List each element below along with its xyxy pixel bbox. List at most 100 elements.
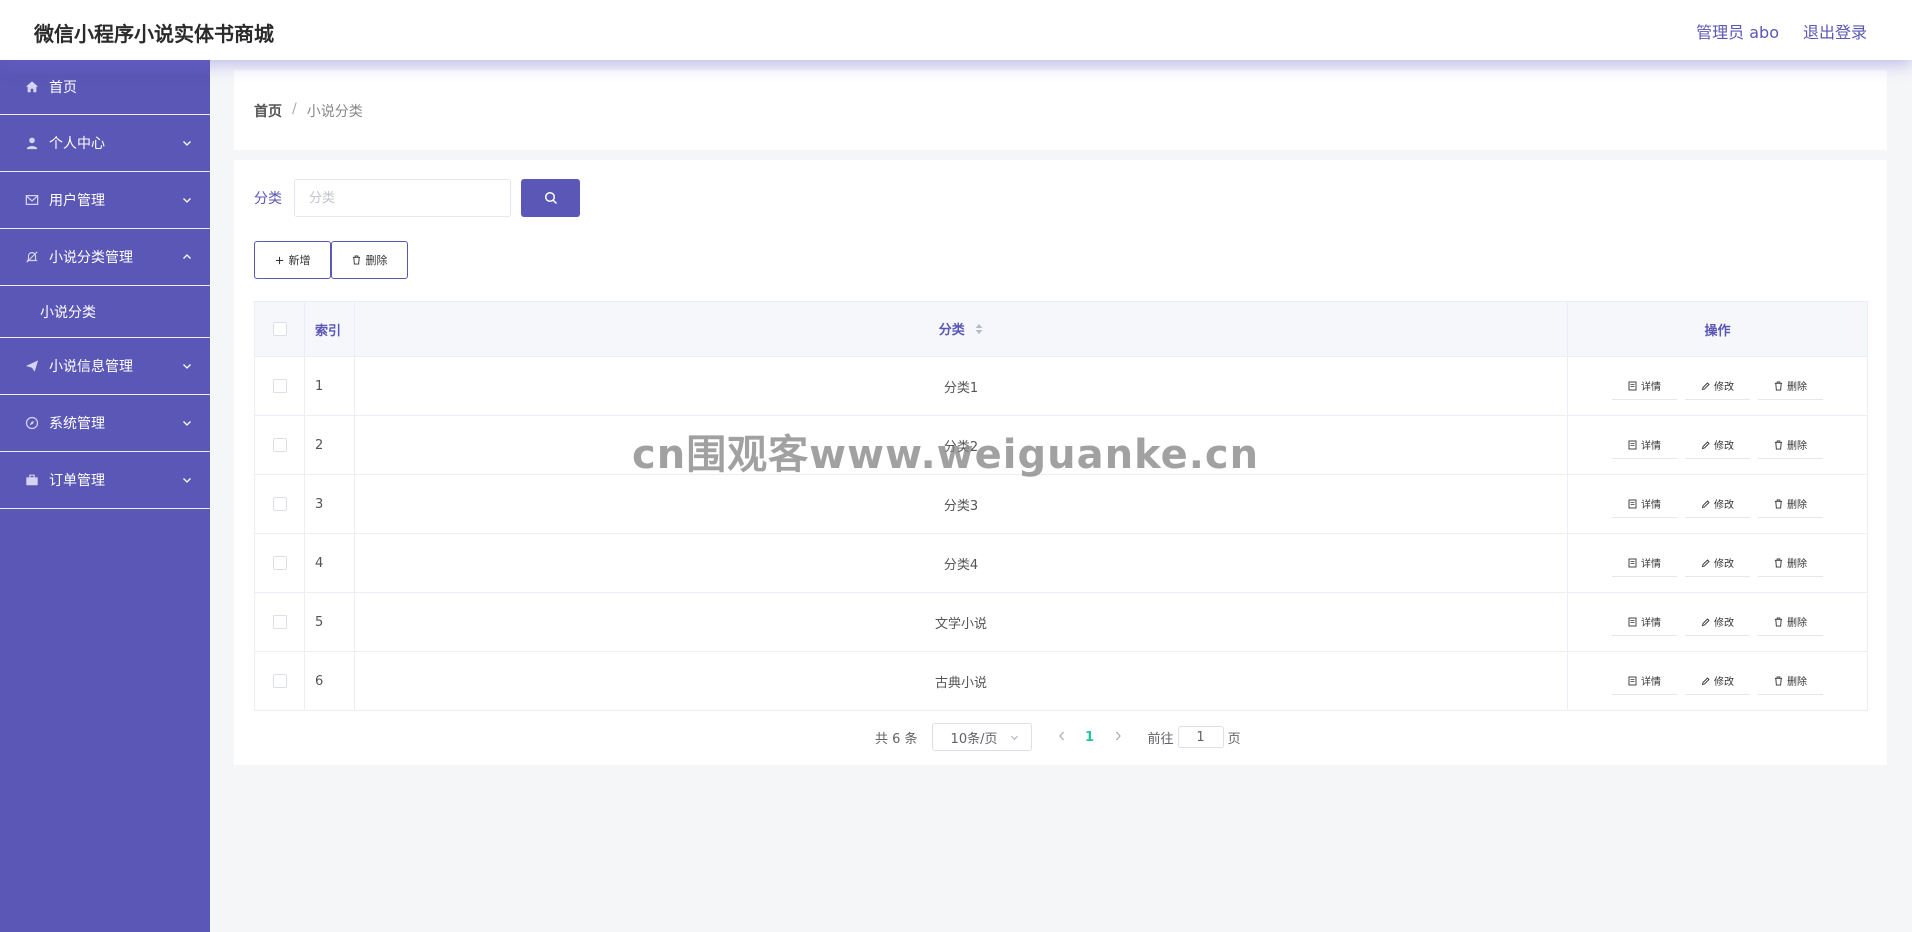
delete-button[interactable]: 删除 — [1758, 549, 1823, 577]
document-icon — [1628, 617, 1637, 627]
sidebar-item-label: 个人中心 — [49, 136, 105, 152]
breadcrumb-card: 首页 / 小说分类 — [234, 70, 1887, 150]
sidebar-item-label: 小说分类管理 — [49, 250, 133, 266]
chevron-down-icon — [182, 475, 192, 485]
detail-label: 详情 — [1641, 500, 1661, 511]
edit-label: 修改 — [1714, 677, 1734, 688]
row-checkbox[interactable] — [272, 438, 287, 452]
sidebar-item-label: 系统管理 — [49, 416, 105, 432]
edit-button[interactable]: 修改 — [1685, 667, 1750, 695]
row-operations: 详情 修改 删除 — [1567, 651, 1868, 711]
top-header: 微信小程序小说实体书商城 管理员 abo 退出登录 — [0, 0, 1912, 60]
plus-icon — [275, 256, 284, 265]
delete-label: 删除 — [1787, 677, 1807, 688]
sort-caret-icon[interactable] — [975, 323, 983, 339]
document-icon — [1628, 676, 1637, 686]
edit-icon — [1701, 676, 1710, 686]
search-label: 分类 — [254, 191, 282, 207]
sidebar-subitem-novel-category[interactable]: 小说分类 — [0, 286, 210, 338]
row-select-cell — [254, 356, 305, 416]
row-category: 分类2 — [354, 415, 1568, 475]
chevron-down-icon — [1010, 733, 1019, 742]
delete-button[interactable]: 删除 — [1758, 608, 1823, 636]
delete-button[interactable]: 删除 — [1758, 667, 1823, 695]
table-row: 3 分类3 详情 修改 删除 — [254, 474, 1868, 534]
goto-page-input[interactable] — [1177, 726, 1224, 748]
row-checkbox[interactable] — [272, 674, 287, 688]
edit-button[interactable]: 修改 — [1685, 549, 1750, 577]
app-title: 微信小程序小说实体书商城 — [34, 22, 274, 46]
detail-button[interactable]: 详情 — [1612, 608, 1677, 636]
row-category: 文学小说 — [354, 592, 1568, 652]
row-checkbox[interactable] — [272, 497, 287, 511]
detail-button[interactable]: 详情 — [1612, 667, 1677, 695]
pagination: 共 6 条 10条/页 1 前往 页 — [875, 723, 1241, 751]
column-header-category[interactable]: 分类 — [354, 301, 1568, 357]
action-row: 新增 删除 — [254, 241, 408, 279]
detail-button[interactable]: 详情 — [1612, 431, 1677, 459]
row-category: 分类3 — [354, 474, 1568, 534]
delete-button[interactable]: 删除 — [1758, 372, 1823, 400]
row-select-cell — [254, 651, 305, 711]
detail-label: 详情 — [1641, 382, 1661, 393]
prev-page-button[interactable] — [1048, 730, 1076, 745]
chevron-up-icon — [182, 252, 192, 262]
detail-button[interactable]: 详情 — [1612, 490, 1677, 518]
document-icon — [1628, 499, 1637, 509]
add-button[interactable]: 新增 — [254, 241, 331, 279]
row-select-cell — [254, 415, 305, 475]
row-operations: 详情 修改 删除 — [1567, 592, 1868, 652]
page-goto: 前往 页 — [1148, 726, 1241, 748]
row-checkbox[interactable] — [272, 556, 287, 570]
row-checkbox[interactable] — [272, 379, 287, 393]
edit-button[interactable]: 修改 — [1685, 372, 1750, 400]
chevron-down-icon — [182, 138, 192, 148]
goto-prefix: 前往 — [1147, 731, 1174, 747]
mail-icon — [24, 192, 40, 208]
detail-button[interactable]: 详情 — [1612, 372, 1677, 400]
row-select-cell — [254, 533, 305, 593]
sidebar-item-profile[interactable]: 个人中心 — [0, 115, 210, 172]
edit-icon — [1701, 617, 1710, 627]
header-user-area: 管理员 abo 退出登录 — [1696, 19, 1867, 43]
delete-button-label: 删除 — [365, 255, 388, 267]
edit-button[interactable]: 修改 — [1685, 431, 1750, 459]
logout-link[interactable]: 退出登录 — [1803, 19, 1867, 43]
sidebar-item-novel-info[interactable]: 小说信息管理 — [0, 338, 210, 395]
select-all-checkbox[interactable] — [272, 322, 287, 336]
sidebar-item-system[interactable]: 系统管理 — [0, 395, 210, 452]
user-icon — [24, 135, 40, 151]
pagination-total: 共 6 条 — [875, 731, 918, 747]
category-search-input[interactable] — [294, 179, 511, 217]
detail-button[interactable]: 详情 — [1612, 549, 1677, 577]
sidebar-item-novel-category[interactable]: 小说分类管理 — [0, 229, 210, 286]
batch-delete-button[interactable]: 删除 — [331, 241, 408, 279]
row-category: 分类1 — [354, 356, 1568, 416]
row-operations: 详情 修改 删除 — [1567, 356, 1868, 416]
sidebar-item-label: 用户管理 — [49, 193, 105, 209]
send-icon — [24, 358, 40, 374]
table-row: 2 分类2 详情 修改 删除 — [254, 415, 1868, 475]
row-checkbox[interactable] — [272, 615, 287, 629]
trash-icon — [1774, 558, 1783, 568]
page-size-select[interactable]: 10条/页 — [931, 723, 1032, 751]
row-operations: 详情 修改 删除 — [1567, 533, 1868, 593]
page-number-current[interactable]: 1 — [1076, 730, 1104, 745]
breadcrumb-home[interactable]: 首页 — [254, 101, 282, 121]
sidebar-item-orders[interactable]: 订单管理 — [0, 452, 210, 509]
edit-label: 修改 — [1714, 441, 1734, 452]
edit-label: 修改 — [1714, 500, 1734, 511]
edit-button[interactable]: 修改 — [1685, 608, 1750, 636]
document-icon — [1628, 440, 1637, 450]
edit-button[interactable]: 修改 — [1685, 490, 1750, 518]
sidebar-item-label: 订单管理 — [49, 473, 105, 489]
next-page-button[interactable] — [1104, 730, 1132, 745]
sidebar-item-users[interactable]: 用户管理 — [0, 172, 210, 229]
search-button[interactable] — [521, 179, 580, 217]
bell-off-icon — [24, 249, 40, 265]
delete-button[interactable]: 删除 — [1758, 490, 1823, 518]
sidebar-item-label: 小说信息管理 — [49, 359, 133, 375]
admin-user-label[interactable]: 管理员 abo — [1696, 19, 1779, 43]
delete-button[interactable]: 删除 — [1758, 431, 1823, 459]
sidebar-item-home[interactable]: 首页 — [0, 60, 210, 115]
